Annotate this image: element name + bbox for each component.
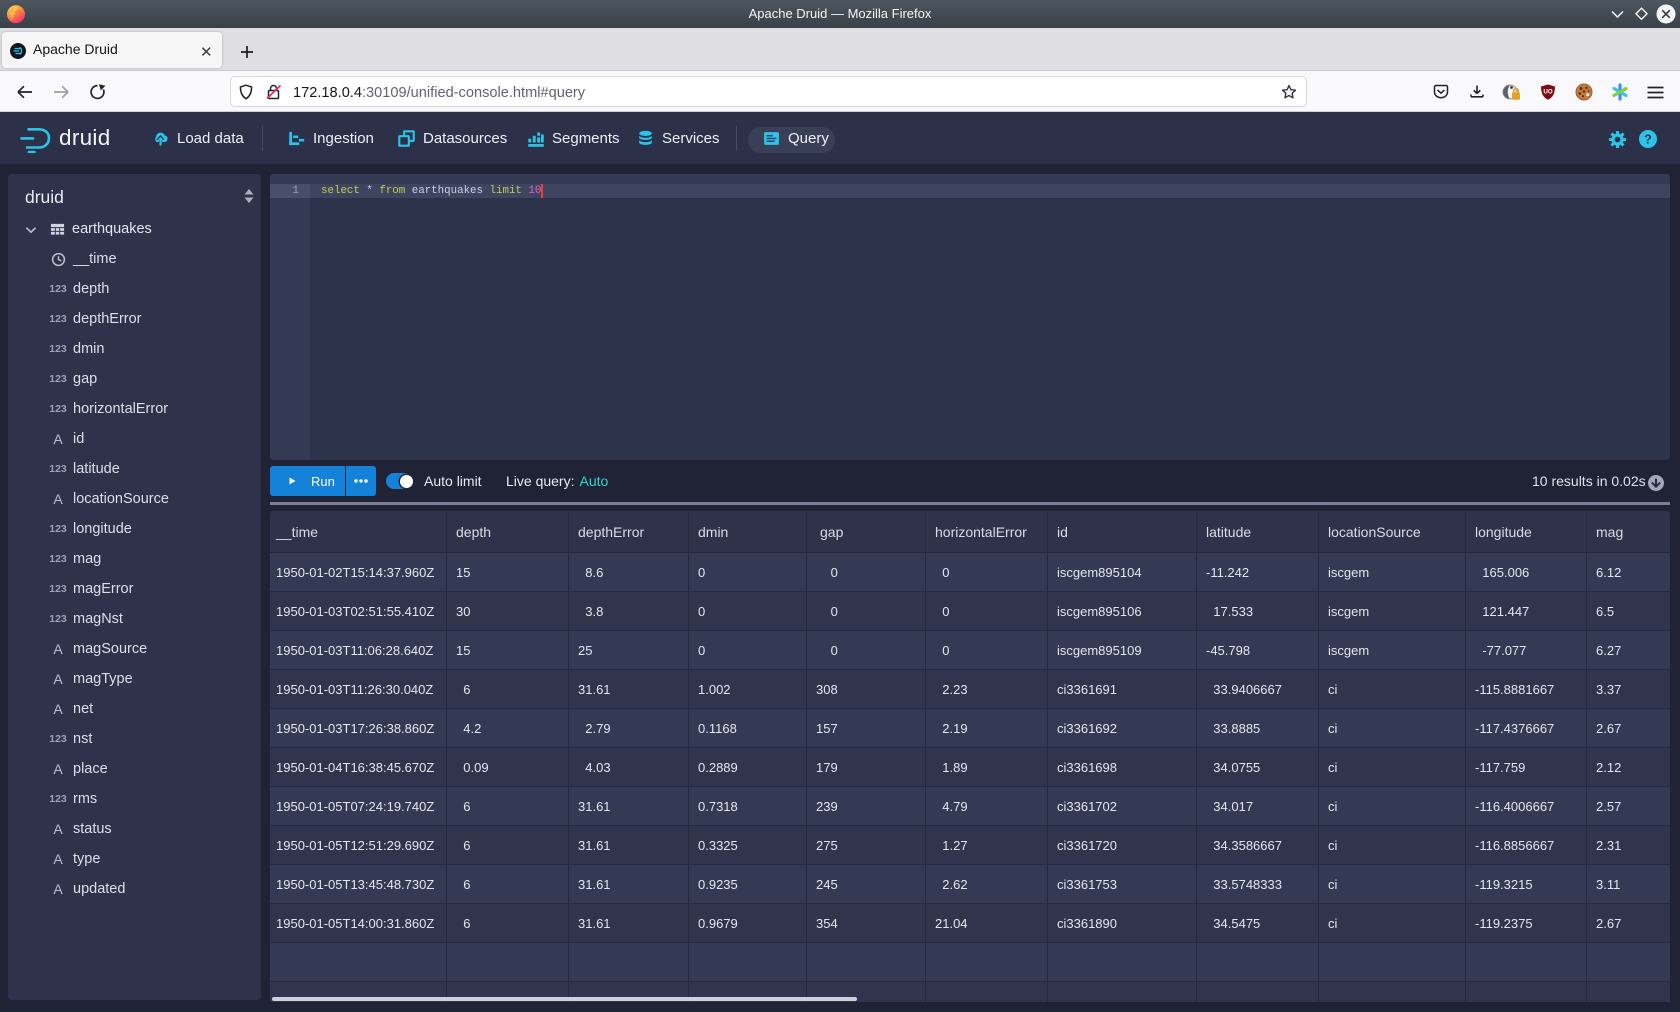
svg-text:UO: UO [1543,89,1552,96]
svg-text:?: ? [1644,132,1652,146]
